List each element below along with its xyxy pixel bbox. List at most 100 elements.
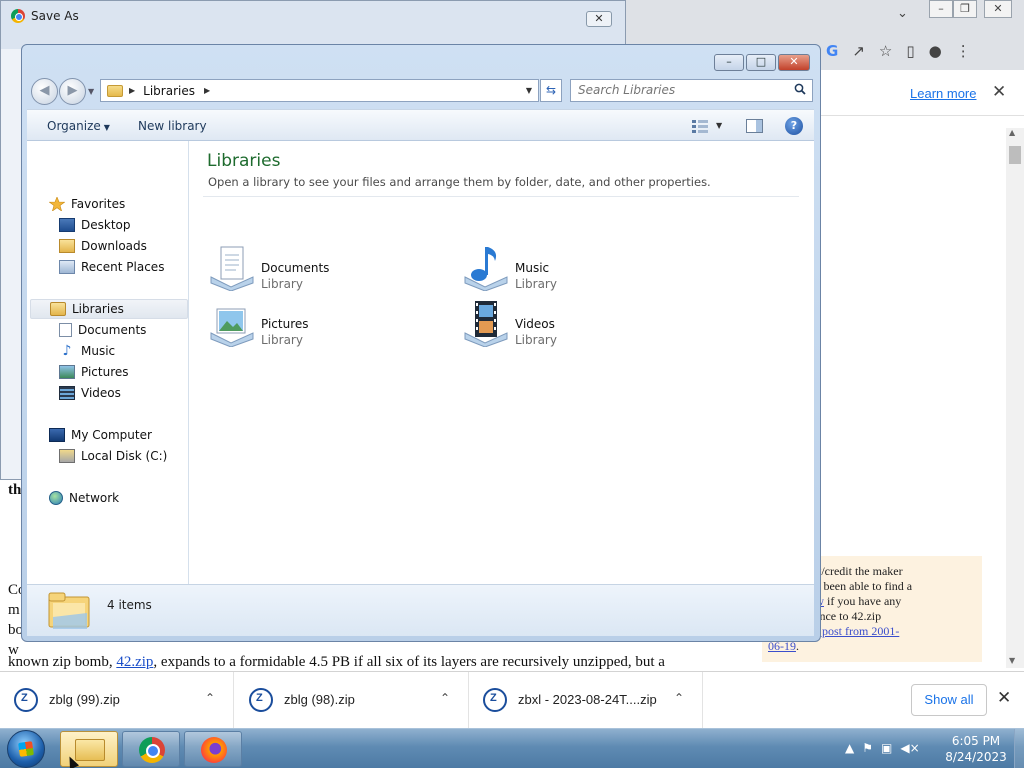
minimize-button[interactable]: – <box>714 54 744 71</box>
taskbar-chrome-button[interactable] <box>122 731 180 767</box>
clock[interactable]: 6:05 PM 8/24/2023 <box>944 733 1008 765</box>
profile-avatar-icon[interactable]: ● <box>929 42 942 60</box>
nav-desktop[interactable]: Desktop <box>27 215 187 235</box>
library-type: Library <box>261 333 303 347</box>
nav-music[interactable]: ♪ Music <box>27 341 187 361</box>
volume-muted-icon[interactable]: ◀× <box>900 741 919 755</box>
nav-libraries[interactable]: Libraries <box>30 299 188 319</box>
info-bar-close-icon[interactable]: ✕ <box>992 82 1006 102</box>
forward-button[interactable]: ▶ <box>59 78 86 105</box>
back-button[interactable]: ◀ <box>31 78 58 105</box>
nav-documents-label: Documents <box>78 323 147 337</box>
scroll-thumb[interactable] <box>1009 146 1021 164</box>
show-desktop-button[interactable] <box>1014 729 1024 768</box>
menu-kebab-icon[interactable]: ⋮ <box>956 42 971 60</box>
nav-downloads[interactable]: Downloads <box>27 236 187 256</box>
address-bar[interactable]: ▶ Libraries ▶ ▼ <box>100 79 539 102</box>
command-bar: Organize ▼ New library ▼ ? <box>27 109 814 141</box>
google-icon[interactable]: G <box>826 42 838 60</box>
nav-my-computer[interactable]: My Computer <box>27 425 187 445</box>
show-all-button[interactable]: Show all <box>911 684 987 716</box>
library-tile-music[interactable]: Music Library <box>461 247 701 295</box>
scroll-down-arrow-icon[interactable]: ▼ <box>1009 656 1015 665</box>
nav-favorites[interactable]: Favorites <box>27 194 187 214</box>
library-tile-documents[interactable]: Documents Library <box>207 246 447 295</box>
help-icon[interactable]: ? <box>785 117 803 135</box>
clock-time: 6:05 PM <box>951 734 1001 748</box>
content-subtitle: Open a library to see your files and arr… <box>208 175 711 189</box>
videos-library-icon <box>464 301 508 347</box>
download-item[interactable]: zbxl - 2023-08-24T....zip ⌃ <box>469 672 703 729</box>
browser-close-button[interactable]: ✕ <box>984 0 1012 18</box>
close-icon[interactable]: ✕ <box>997 688 1011 708</box>
taskbar-firefox-button[interactable] <box>184 731 242 767</box>
learn-more-link[interactable]: Learn more <box>910 86 976 101</box>
library-tile-videos[interactable]: Videos Library <box>461 301 701 351</box>
organize-label: Organize <box>47 119 101 133</box>
article-text-fragment: known zip bomb, <box>8 654 117 670</box>
close-button[interactable]: ✕ <box>778 54 810 71</box>
new-library-button[interactable]: New library <box>138 119 207 133</box>
breadcrumb-libraries[interactable]: Libraries <box>143 84 195 98</box>
nav-local-disk-label: Local Disk (C:) <box>81 449 168 463</box>
article-text-fragment: , expands to a formidable 4.5 PB if all … <box>153 654 665 670</box>
recent-locations-dropdown-icon[interactable]: ▼ <box>88 87 94 96</box>
nav-videos[interactable]: Videos <box>27 383 187 403</box>
article-line: known zip bomb, 42.zip, expands to a for… <box>8 652 665 672</box>
chrome-logo-icon <box>11 9 25 23</box>
chevron-up-icon[interactable]: ⌃ <box>440 691 450 705</box>
breadcrumb-root-arrow-icon[interactable]: ▶ <box>129 86 135 95</box>
favorites-star-icon <box>49 197 65 211</box>
save-as-close-button[interactable]: ✕ <box>586 11 612 27</box>
show-hidden-icons-arrow-icon[interactable]: ▲ <box>845 741 854 755</box>
library-name: Videos <box>515 317 555 331</box>
firefox-icon <box>201 737 227 763</box>
scroll-up-arrow-icon[interactable]: ▲ <box>1009 128 1015 137</box>
library-name: Documents <box>261 261 330 275</box>
preview-pane-icon[interactable] <box>746 119 763 133</box>
chevron-up-icon[interactable]: ⌃ <box>205 691 215 705</box>
chrome-icon <box>139 737 165 763</box>
breadcrumb-arrow-icon[interactable]: ▶ <box>204 86 210 95</box>
network-status-icon[interactable]: ▣ <box>881 741 892 755</box>
details-pane: 4 items <box>27 584 814 636</box>
nav-recent-places[interactable]: Recent Places <box>27 257 187 277</box>
navigation-pane: Favorites Desktop Downloads Recent Place… <box>27 141 189 584</box>
chevron-up-icon[interactable]: ⌃ <box>674 691 684 705</box>
nav-local-disk[interactable]: Local Disk (C:) <box>27 446 187 466</box>
change-view-icon[interactable] <box>692 119 708 133</box>
search-input[interactable] <box>578 80 788 100</box>
download-filename: zblg (99).zip <box>49 692 120 707</box>
nav-pictures[interactable]: Pictures <box>27 362 187 382</box>
share-icon[interactable]: ↗ <box>852 42 865 60</box>
address-dropdown-icon[interactable]: ▼ <box>526 86 532 95</box>
nav-pictures-label: Pictures <box>81 365 129 379</box>
organize-button[interactable]: Organize ▼ <box>47 119 110 133</box>
nav-documents[interactable]: Documents <box>27 320 187 340</box>
side-panel-icon[interactable]: ▯ <box>906 42 914 60</box>
save-as-title: Save As <box>31 9 79 23</box>
nav-network[interactable]: Network <box>27 488 187 508</box>
article-link[interactable]: 42.zip <box>116 654 153 670</box>
documents-icon <box>59 323 72 337</box>
download-item[interactable]: zblg (99).zip ⌃ <box>0 672 234 729</box>
start-button[interactable] <box>7 730 45 768</box>
browser-minimize-button[interactable]: – <box>929 0 953 18</box>
search-box[interactable] <box>570 79 813 102</box>
download-item[interactable]: zblg (98).zip ⌃ <box>235 672 469 729</box>
tab-search-chevron-icon[interactable]: ⌄ <box>897 6 908 21</box>
page-scrollbar[interactable] <box>1006 128 1024 668</box>
bookmark-star-icon[interactable]: ☆ <box>879 42 892 60</box>
hard-drive-icon <box>59 449 75 463</box>
libraries-icon <box>50 302 66 316</box>
library-tile-pictures[interactable]: Pictures Library <box>207 303 447 351</box>
action-center-flag-icon[interactable]: ⚑ <box>862 741 873 755</box>
nav-videos-label: Videos <box>81 386 121 400</box>
clock-date: 8/24/2023 <box>945 750 1007 764</box>
nav-libraries-label: Libraries <box>72 302 124 316</box>
search-icon[interactable] <box>794 83 806 95</box>
maximize-button[interactable]: □ <box>746 54 776 71</box>
browser-restore-button[interactable]: ❐ <box>953 0 977 18</box>
more-options-caret-icon[interactable]: ▼ <box>716 121 722 130</box>
refresh-icon[interactable]: ⇆ <box>540 79 562 102</box>
